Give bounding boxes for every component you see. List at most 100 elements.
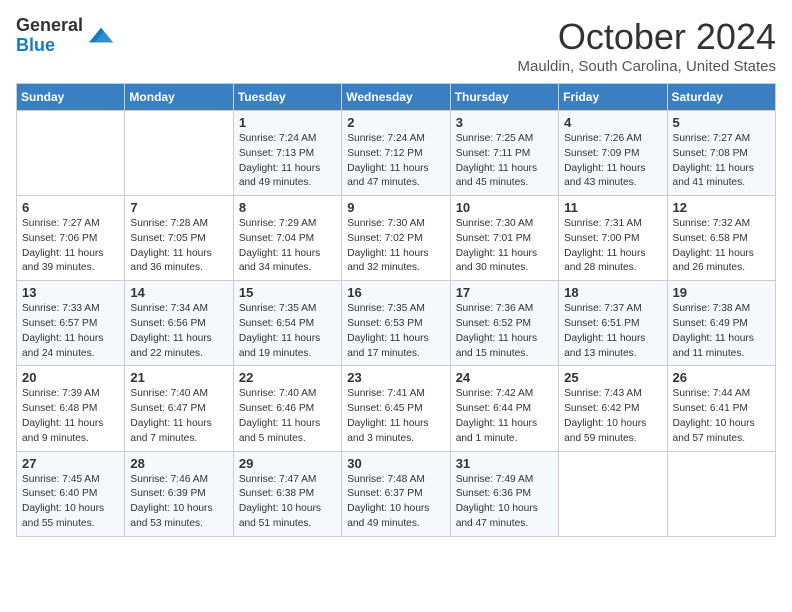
calendar-cell: 7Sunrise: 7:28 AMSunset: 7:05 PMDaylight… <box>125 196 233 281</box>
calendar-cell: 29 Sunrise: 7:47 AMSunset: 6:38 PMDayligh… <box>233 451 341 536</box>
cell-info: Sunrise: 7:34 AMSunset: 6:56 PMDaylight:… <box>130 303 211 358</box>
day-number: 14 <box>130 285 227 300</box>
logo-general: General <box>16 16 83 36</box>
cell-info: Sunrise: 7:37 AMSunset: 6:51 PMDaylight:… <box>564 303 645 358</box>
cell-info: Sunrise: 7:27 AMSunset: 7:06 PMDaylight:… <box>22 218 103 273</box>
cell-info: Sunrise: 7:30 AMSunset: 7:01 PMDaylight:… <box>456 218 537 273</box>
day-header: Friday <box>559 84 667 111</box>
day-number: 25 <box>564 370 661 385</box>
location: Mauldin, South Carolina, United States <box>518 58 776 75</box>
day-number: 31 <box>456 456 553 471</box>
calendar-cell: 21 Sunrise: 7:40 AMSunset: 6:47 PMDayligh… <box>125 366 233 451</box>
day-number: 16 <box>347 285 444 300</box>
calendar-cell: 28Sunrise: 7:46 AMSunset: 6:39 PMDayligh… <box>125 451 233 536</box>
day-number: 2 <box>347 115 444 130</box>
month-title: October 2024 <box>518 16 776 58</box>
day-number: 3 <box>456 115 553 130</box>
day-number: 30 <box>347 456 444 471</box>
day-number: 21 <box>130 370 227 385</box>
calendar-cell: 31 Sunrise: 7:49 AMSunset: 6:36 PMDayligh… <box>450 451 558 536</box>
cell-info: Sunrise: 7:30 AMSunset: 7:02 PMDaylight:… <box>347 218 428 273</box>
calendar-cell: 2 Sunrise: 7:24 AMSunset: 7:12 PMDaylight… <box>342 111 450 196</box>
calendar-cell <box>17 111 125 196</box>
calendar-week-row: 6 Sunrise: 7:27 AMSunset: 7:06 PMDaylight… <box>17 196 776 281</box>
calendar-cell <box>125 111 233 196</box>
calendar-cell <box>559 451 667 536</box>
calendar-cell: 17 Sunrise: 7:36 AMSunset: 6:52 PMDayligh… <box>450 281 558 366</box>
calendar-cell: 26Sunrise: 7:44 AMSunset: 6:41 PMDayligh… <box>667 366 775 451</box>
day-number: 9 <box>347 200 444 215</box>
cell-info: Sunrise: 7:32 AMSunset: 6:58 PMDaylight:… <box>673 218 754 273</box>
day-header: Sunday <box>17 84 125 111</box>
title-block: October 2024 Mauldin, South Carolina, Un… <box>518 16 776 75</box>
day-number: 13 <box>22 285 119 300</box>
day-number: 17 <box>456 285 553 300</box>
day-number: 12 <box>673 200 770 215</box>
cell-info: Sunrise: 7:24 AMSunset: 7:13 PMDaylight:… <box>239 133 320 188</box>
calendar-cell: 9 Sunrise: 7:30 AMSunset: 7:02 PMDaylight… <box>342 196 450 281</box>
cell-info: Sunrise: 7:47 AMSunset: 6:38 PMDaylight:… <box>239 474 321 529</box>
calendar-cell: 11Sunrise: 7:31 AMSunset: 7:00 PMDayligh… <box>559 196 667 281</box>
day-number: 27 <box>22 456 119 471</box>
calendar-cell: 3 Sunrise: 7:25 AMSunset: 7:11 PMDaylight… <box>450 111 558 196</box>
calendar-cell: 8 Sunrise: 7:29 AMSunset: 7:04 PMDaylight… <box>233 196 341 281</box>
calendar-week-row: 13 Sunrise: 7:33 AMSunset: 6:57 PMDayligh… <box>17 281 776 366</box>
calendar-cell: 18 Sunrise: 7:37 AMSunset: 6:51 PMDayligh… <box>559 281 667 366</box>
day-number: 8 <box>239 200 336 215</box>
logo-icon <box>87 22 115 50</box>
calendar-cell: 14 Sunrise: 7:34 AMSunset: 6:56 PMDayligh… <box>125 281 233 366</box>
day-number: 23 <box>347 370 444 385</box>
day-number: 24 <box>456 370 553 385</box>
calendar-cell: 24 Sunrise: 7:42 AMSunset: 6:44 PMDayligh… <box>450 366 558 451</box>
cell-info: Sunrise: 7:35 AMSunset: 6:53 PMDaylight:… <box>347 303 428 358</box>
day-number: 7 <box>130 200 227 215</box>
day-number: 5 <box>673 115 770 130</box>
cell-info: Sunrise: 7:33 AMSunset: 6:57 PMDaylight:… <box>22 303 103 358</box>
cell-info: Sunrise: 7:43 AMSunset: 6:42 PMDaylight:… <box>564 388 646 443</box>
day-header: Saturday <box>667 84 775 111</box>
calendar-cell: 25 Sunrise: 7:43 AMSunset: 6:42 PMDayligh… <box>559 366 667 451</box>
cell-info: Sunrise: 7:29 AMSunset: 7:04 PMDaylight:… <box>239 218 320 273</box>
calendar-cell: 13 Sunrise: 7:33 AMSunset: 6:57 PMDayligh… <box>17 281 125 366</box>
day-number: 19 <box>673 285 770 300</box>
day-number: 15 <box>239 285 336 300</box>
calendar-cell: 16 Sunrise: 7:35 AMSunset: 6:53 PMDayligh… <box>342 281 450 366</box>
cell-info: Sunrise: 7:40 AMSunset: 6:47 PMDaylight:… <box>130 388 211 443</box>
day-number: 1 <box>239 115 336 130</box>
cell-info: Sunrise: 7:25 AMSunset: 7:11 PMDaylight:… <box>456 133 537 188</box>
calendar-week-row: 27 Sunrise: 7:45 AMSunset: 6:40 PMDayligh… <box>17 451 776 536</box>
cell-info: Sunrise: 7:42 AMSunset: 6:44 PMDaylight:… <box>456 388 537 443</box>
calendar-cell <box>667 451 775 536</box>
day-header: Tuesday <box>233 84 341 111</box>
calendar-cell: 20 Sunrise: 7:39 AMSunset: 6:48 PMDayligh… <box>17 366 125 451</box>
day-number: 29 <box>239 456 336 471</box>
cell-info: Sunrise: 7:31 AMSunset: 7:00 PMDaylight:… <box>564 218 645 273</box>
calendar-cell: 15Sunrise: 7:35 AMSunset: 6:54 PMDayligh… <box>233 281 341 366</box>
day-number: 22 <box>239 370 336 385</box>
cell-info: Sunrise: 7:38 AMSunset: 6:49 PMDaylight:… <box>673 303 754 358</box>
day-header: Monday <box>125 84 233 111</box>
day-number: 6 <box>22 200 119 215</box>
calendar-cell: 23Sunrise: 7:41 AMSunset: 6:45 PMDayligh… <box>342 366 450 451</box>
cell-info: Sunrise: 7:39 AMSunset: 6:48 PMDaylight:… <box>22 388 103 443</box>
calendar-cell: 4Sunrise: 7:26 AMSunset: 7:09 PMDaylight… <box>559 111 667 196</box>
calendar-week-row: 1 Sunrise: 7:24 AMSunset: 7:13 PMDaylight… <box>17 111 776 196</box>
calendar-table: SundayMondayTuesdayWednesdayThursdayFrid… <box>16 83 776 537</box>
day-number: 18 <box>564 285 661 300</box>
cell-info: Sunrise: 7:24 AMSunset: 7:12 PMDaylight:… <box>347 133 428 188</box>
calendar-cell: 30Sunrise: 7:48 AMSunset: 6:37 PMDayligh… <box>342 451 450 536</box>
calendar-header-row: SundayMondayTuesdayWednesdayThursdayFrid… <box>17 84 776 111</box>
cell-info: Sunrise: 7:26 AMSunset: 7:09 PMDaylight:… <box>564 133 645 188</box>
calendar-cell: 6 Sunrise: 7:27 AMSunset: 7:06 PMDaylight… <box>17 196 125 281</box>
calendar-cell: 12 Sunrise: 7:32 AMSunset: 6:58 PMDayligh… <box>667 196 775 281</box>
calendar-cell: 27 Sunrise: 7:45 AMSunset: 6:40 PMDayligh… <box>17 451 125 536</box>
cell-info: Sunrise: 7:45 AMSunset: 6:40 PMDaylight:… <box>22 474 104 529</box>
cell-info: Sunrise: 7:46 AMSunset: 6:39 PMDaylight:… <box>130 474 212 529</box>
day-number: 20 <box>22 370 119 385</box>
calendar-cell: 22Sunrise: 7:40 AMSunset: 6:46 PMDayligh… <box>233 366 341 451</box>
cell-info: Sunrise: 7:49 AMSunset: 6:36 PMDaylight:… <box>456 474 538 529</box>
day-header: Wednesday <box>342 84 450 111</box>
cell-info: Sunrise: 7:36 AMSunset: 6:52 PMDaylight:… <box>456 303 537 358</box>
day-number: 10 <box>456 200 553 215</box>
day-header: Thursday <box>450 84 558 111</box>
